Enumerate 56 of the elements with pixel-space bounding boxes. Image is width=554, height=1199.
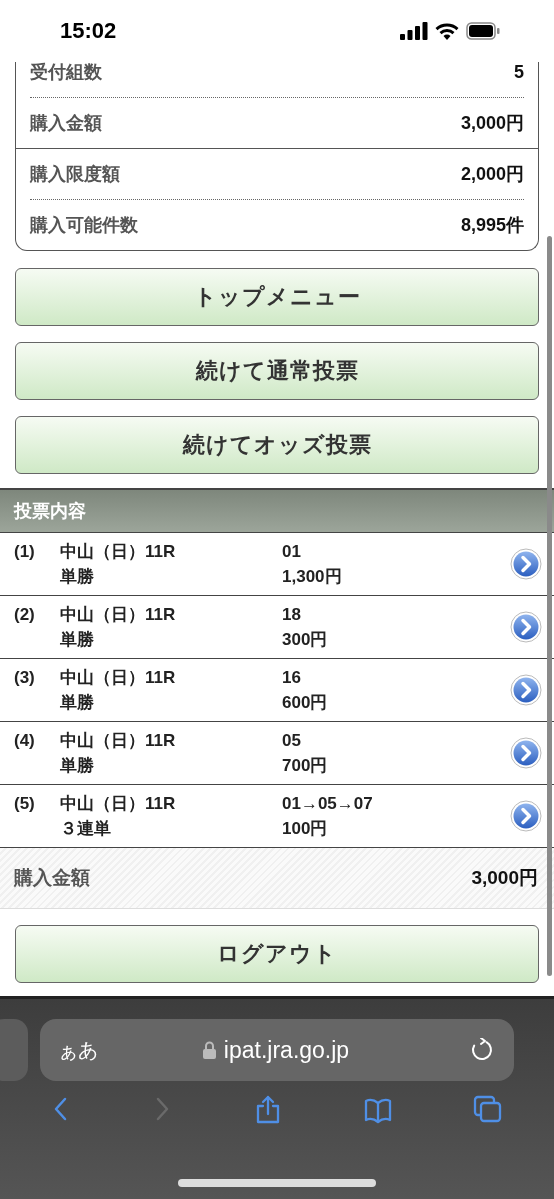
bet-numbers: 05 [282, 730, 302, 751]
summary-label: 購入可能件数 [30, 214, 138, 237]
bet-amount: 700円 [282, 755, 329, 777]
bet-index: (5) [14, 793, 36, 814]
odds-vote-button[interactable]: 続けてオッズ投票 [15, 416, 539, 474]
bet-amount: 300円 [282, 629, 329, 651]
share-icon[interactable] [254, 1095, 282, 1125]
bet-index: (4) [14, 730, 36, 751]
bet-numbers: 16 [282, 667, 302, 688]
bet-numbers: 01→05→07 [282, 793, 374, 814]
bet-type: 単勝 [60, 692, 95, 714]
bet-type: ３連単 [60, 818, 112, 840]
section-header: 投票内容 [0, 488, 554, 533]
tabs-icon[interactable] [473, 1095, 504, 1125]
race-name: 中山（日）11R [60, 541, 177, 563]
summary-value: 5 [514, 62, 524, 83]
bet-amount: 100円 [282, 818, 329, 840]
race-name: 中山（日）11R [60, 604, 177, 626]
summary-value: 3,000円 [460, 112, 524, 135]
race-name: 中山（日）11R [60, 793, 177, 815]
bet-index: (3) [14, 667, 36, 688]
logout-button[interactable]: ログアウト [15, 925, 539, 983]
bet-index: (1) [14, 541, 36, 562]
summary-label: 購入金額 [30, 112, 102, 135]
summary-value: 2,000円 [460, 163, 524, 186]
url-text: ipat.jra.go.jp [223, 1036, 350, 1064]
summary-label: 購入限度額 [30, 163, 120, 186]
summary-label: 受付組数 [30, 62, 102, 84]
lock-icon [202, 1041, 216, 1059]
race-name: 中山（日）11R [60, 667, 177, 689]
chevron-right-icon[interactable] [510, 737, 542, 769]
text-size-button[interactable]: ぁあ [58, 1036, 98, 1064]
summary-value: 8,995件 [460, 214, 524, 237]
bet-type: 単勝 [60, 755, 95, 777]
reload-icon[interactable] [470, 1038, 494, 1062]
race-name: 中山（日）11R [60, 730, 177, 752]
bet-type: 単勝 [60, 566, 95, 588]
bet-type: 単勝 [60, 629, 95, 651]
chevron-right-icon[interactable] [510, 548, 542, 580]
total-value: 3,000円 [471, 866, 538, 890]
wifi-icon [435, 22, 459, 40]
bet-amount: 600円 [282, 692, 329, 714]
bet-numbers: 18 [282, 604, 302, 625]
chevron-right-icon[interactable] [510, 800, 542, 832]
clock-time: 15:02 [60, 18, 117, 44]
chevron-right-icon[interactable] [510, 611, 542, 643]
total-label: 購入金額 [14, 866, 90, 890]
normal-vote-button[interactable]: 続けて通常投票 [15, 342, 539, 400]
top-menu-button[interactable]: トップメニュー [15, 268, 539, 326]
bet-numbers: 01 [282, 541, 302, 562]
bet-amount: 1,300円 [282, 566, 343, 588]
signal-icon [400, 22, 428, 40]
bet-index: (2) [14, 604, 36, 625]
chevron-right-icon[interactable] [510, 674, 542, 706]
address-bar[interactable]: ぁあ ipat.jra.go.jp [40, 1019, 514, 1081]
battery-icon [466, 22, 500, 40]
